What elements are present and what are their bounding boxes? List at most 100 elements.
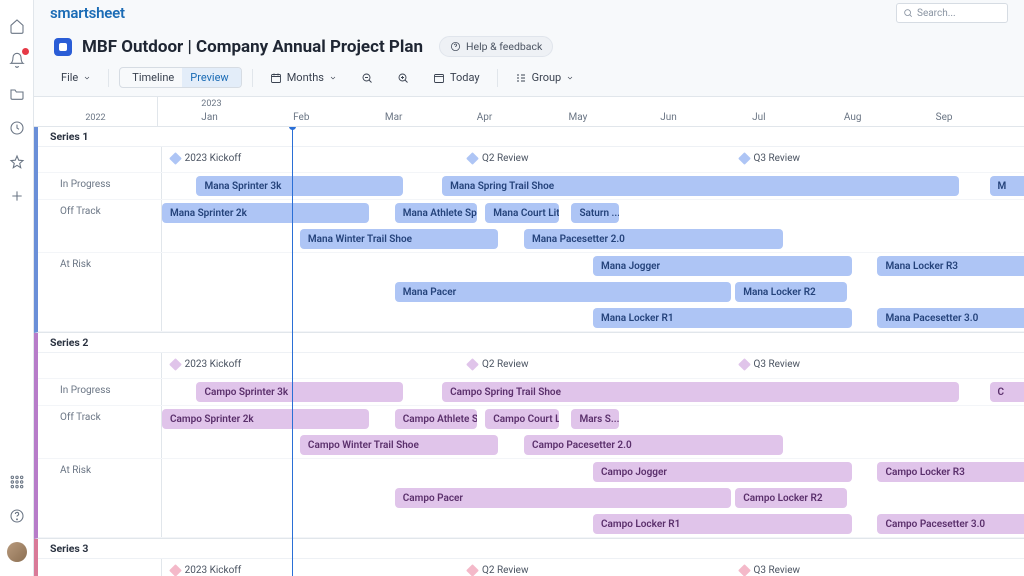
month-label: Mar <box>385 112 403 123</box>
timeline-bar[interactable]: Mana Pacesetter 3.0 <box>877 308 1024 328</box>
timeline-bar[interactable]: Campo Winter Trail Shoe <box>300 435 498 455</box>
timeline-bar[interactable]: Campo Locker R3 <box>877 462 1024 482</box>
milestone[interactable]: Q3 Review <box>740 359 800 370</box>
lane-track: Mana JoggerMana Locker R3Mana PacerMana … <box>162 253 1024 331</box>
timeline-bar[interactable]: Campo Locker R1 <box>593 514 852 534</box>
group-header[interactable]: Series 3 <box>38 539 1024 559</box>
timeline-bar[interactable]: Mana Winter Trail Shoe <box>300 229 498 249</box>
timeline-bar[interactable]: Campo Jogger <box>593 462 852 482</box>
milestone[interactable]: 2023 Kickoff <box>171 359 242 370</box>
lane-label: At Risk <box>38 459 162 537</box>
month-label: Jul <box>752 112 765 123</box>
timeline-bar[interactable]: Campo Athlete Spo... <box>395 409 477 429</box>
timeline-bar[interactable]: Mana Athlete Spo... <box>395 203 477 223</box>
timeline-bar[interactable]: Campo Pacesetter 3.0 <box>877 514 1024 534</box>
timeline-bar[interactable]: Mana Locker R1 <box>593 308 852 328</box>
timeline-bar[interactable]: Mana Locker R2 <box>735 282 847 302</box>
lane-label <box>38 147 162 172</box>
timeline-bar[interactable]: Campo Pacer <box>395 488 731 508</box>
timeline-bar[interactable]: Campo Court Lite <box>485 409 558 429</box>
user-avatar[interactable] <box>7 542 27 562</box>
milestone[interactable]: 2023 Kickoff <box>171 565 242 576</box>
lane-label <box>38 559 162 576</box>
folder-icon[interactable] <box>9 86 25 102</box>
milestone[interactable]: Q3 Review <box>740 565 800 576</box>
lane: In Progress Campo Sprinter 3k Campo Spring… <box>38 379 1024 406</box>
milestone[interactable]: Q2 Review <box>468 565 528 576</box>
sheet-icon <box>54 38 72 56</box>
timeline-bar[interactable]: Saturn ... <box>571 203 618 223</box>
timeline-bar[interactable]: Mana Sprinter 3k <box>196 176 403 196</box>
group-icon <box>515 72 527 84</box>
timeline-bar[interactable]: Mana Court Lite <box>485 203 558 223</box>
milestone[interactable]: Q2 Review <box>468 359 528 370</box>
timeline-bar[interactable]: Campo Spring Trail Shoe <box>442 382 959 402</box>
group: Series 32023 KickoffQ2 ReviewQ3 ReviewIn… <box>34 539 1024 576</box>
milestone[interactable]: Q3 Review <box>740 153 800 164</box>
month-label: Feb <box>293 112 309 123</box>
timeline-bar[interactable]: Campo Pacesetter 2.0 <box>524 435 783 455</box>
lane-track: Campo Sprinter 2k Campo Athlete Spo... Cam… <box>162 406 1024 458</box>
zoom-in-icon <box>397 72 409 84</box>
timeline-bar[interactable]: M <box>990 176 1024 196</box>
favorites-icon[interactable] <box>9 154 25 170</box>
month-label: May <box>568 112 587 123</box>
milestone[interactable]: 2023 Kickoff <box>171 153 242 164</box>
timeline-bar[interactable]: Mana Locker R3 <box>877 256 1024 276</box>
calendar-icon <box>270 72 282 84</box>
help-icon[interactable] <box>9 508 25 524</box>
lane: 2023 Kickoff Q2 Review Q3 Review <box>38 559 1024 576</box>
group-header[interactable]: Series 1 <box>38 127 1024 147</box>
timeline-view-button[interactable]: Timeline <box>120 68 182 87</box>
timeline-bar[interactable]: Mana Pacesetter 2.0 <box>524 229 783 249</box>
header-left-spacer: 2022 <box>34 97 158 126</box>
page-title: MBF Outdoor | Company Annual Project Pla… <box>82 37 423 57</box>
timeline-bar[interactable]: C <box>990 382 1024 402</box>
chevron-down-icon <box>329 74 337 82</box>
lane-label <box>38 353 162 378</box>
lane-label: Off Track <box>38 406 162 458</box>
toolbar: File Timeline Preview Months <box>34 67 1024 97</box>
today-button[interactable]: Today <box>426 68 487 87</box>
home-icon[interactable] <box>9 18 25 34</box>
lane: At Risk Mana Jogger Mana Locker R3 Mana Pac… <box>38 253 1024 332</box>
month-label: Aug <box>844 112 862 123</box>
scale-menu[interactable]: Months <box>263 68 344 87</box>
timeline-bar[interactable]: Campo Sprinter 2k <box>162 409 369 429</box>
timeline-bar[interactable]: Mana Spring Trail Shoe <box>442 176 959 196</box>
file-menu[interactable]: File <box>54 68 98 87</box>
timeline: 2022 2023 JanFebMarAprMayJunJulAugSep Se… <box>34 97 1024 576</box>
year-label: 2023 <box>201 99 221 109</box>
zoom-out-icon <box>361 72 373 84</box>
lane: In ProgressMana Sprinter 3kMana Spring T… <box>38 173 1024 200</box>
lane: Off TrackMana Sprinter 2kMana Athlete Sp… <box>38 200 1024 253</box>
help-feedback-button[interactable]: Help & feedback <box>439 36 553 57</box>
timeline-bar[interactable]: Campo Sprinter 3k <box>196 382 403 402</box>
preview-view-button[interactable]: Preview <box>182 68 240 87</box>
diamond-icon <box>169 358 182 371</box>
timeline-bar[interactable]: Mana Jogger <box>593 256 852 276</box>
chevron-down-icon <box>83 74 91 82</box>
top-bar: smartsheet Search... <box>34 0 1024 26</box>
timeline-bar[interactable]: Mana Sprinter 2k <box>162 203 369 223</box>
search-input[interactable]: Search... <box>896 3 1008 23</box>
lane: 2023 Kickoff Q2 Review Q3 Review <box>38 353 1024 379</box>
recent-icon[interactable] <box>9 120 25 136</box>
diamond-icon <box>738 152 751 165</box>
lane-label: In Progress <box>38 379 162 405</box>
group-menu[interactable]: Group <box>508 68 582 87</box>
apps-icon[interactable] <box>9 474 25 490</box>
timeline-bar[interactable]: Campo Locker R2 <box>735 488 847 508</box>
zoom-out-button[interactable] <box>354 69 380 87</box>
lane-track: 2023 Kickoff Q2 Review Q3 Review <box>162 147 1024 167</box>
zoom-in-button[interactable] <box>390 69 416 87</box>
milestone[interactable]: Q2 Review <box>468 153 528 164</box>
add-icon[interactable] <box>9 188 25 204</box>
lane-label: At Risk <box>38 253 162 331</box>
timeline-bar[interactable]: Mars S... <box>571 409 618 429</box>
timeline-bar[interactable]: Mana Pacer <box>395 282 731 302</box>
group-header[interactable]: Series 2 <box>38 333 1024 353</box>
content-area: smartsheet Search... MBF Outdoor | Compa… <box>34 0 1024 576</box>
notifications-icon[interactable] <box>9 52 25 68</box>
timeline-body[interactable]: Series 1 2023 Kickoff Q2 Review Q3 Review In… <box>34 127 1024 576</box>
